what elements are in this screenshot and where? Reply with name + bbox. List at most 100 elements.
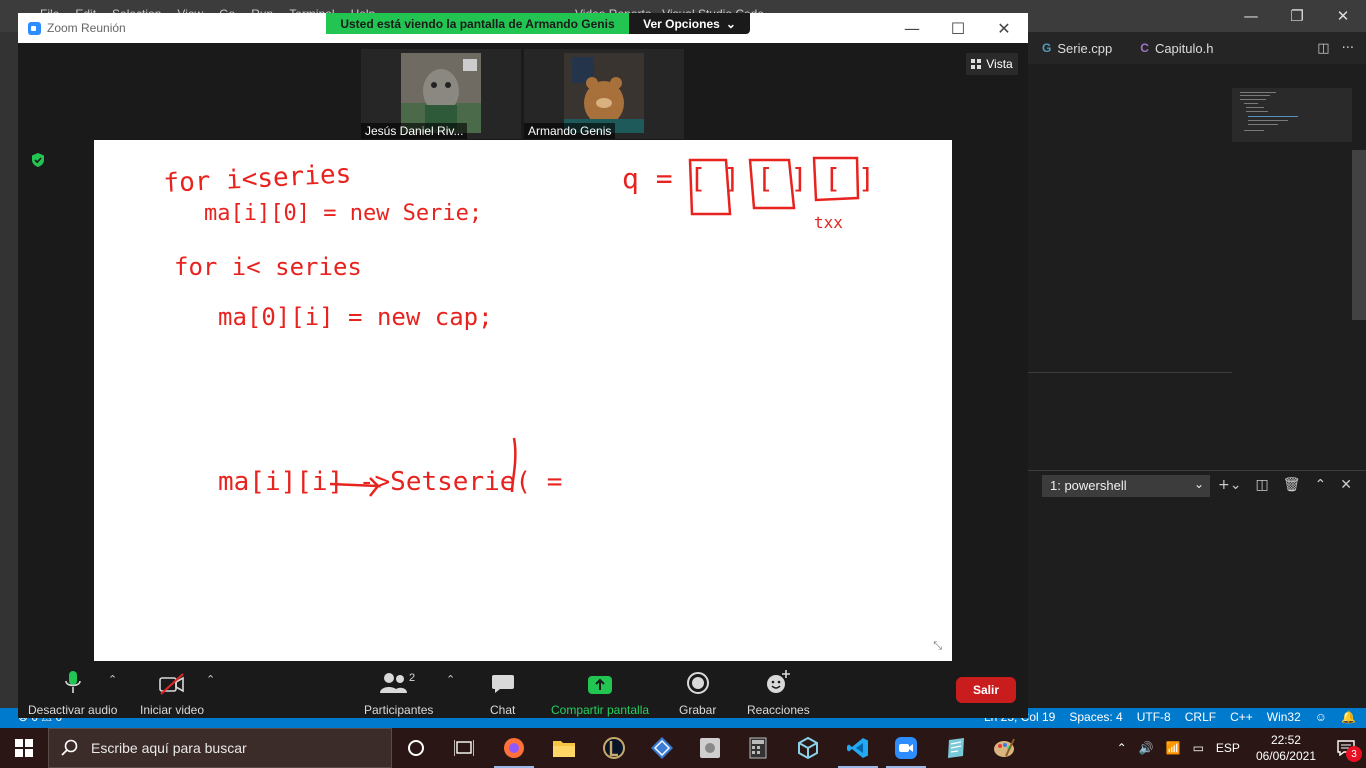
- taskbar-app-network[interactable]: [638, 728, 686, 768]
- taskbar-league-of-legends[interactable]: [590, 728, 638, 768]
- tab-serie-cpp[interactable]: G Serie.cpp: [1028, 32, 1126, 64]
- chat-label: Chat: [490, 703, 516, 717]
- participants-label: Participantes: [364, 703, 434, 717]
- taskbar-app-paint[interactable]: [980, 728, 1028, 768]
- participant-tile[interactable]: Jesús Daniel Riv...: [361, 49, 521, 139]
- tab-capitulo-h[interactable]: C Capitulo.h: [1126, 32, 1227, 64]
- task-view-icon: [454, 740, 474, 756]
- start-video-label: Iniciar video: [140, 703, 205, 717]
- volume-icon[interactable]: 🔊: [1133, 741, 1160, 755]
- calculator-app-icon: [749, 737, 767, 759]
- mute-button[interactable]: Desactivar audio: [28, 667, 117, 717]
- maximize-icon[interactable]: ☐: [938, 17, 978, 39]
- terminal-panel-header: 1: powershell ⌄ +⌄ ◫ 🗑 ⌃ ✕: [1028, 470, 1366, 500]
- shared-screen-whiteboard[interactable]: for i<series ma[i][0] = new Serie; for i…: [94, 140, 952, 663]
- editor-scrollbar[interactable]: [1352, 150, 1366, 320]
- trash-icon[interactable]: 🗑: [1283, 477, 1301, 493]
- input-language[interactable]: ESP: [1210, 741, 1246, 755]
- handwriting-line: for i<series: [163, 159, 352, 199]
- start-button[interactable]: [0, 728, 48, 768]
- battery-icon[interactable]: ▭: [1187, 741, 1210, 755]
- maximize-panel-icon[interactable]: ⌃: [1314, 477, 1326, 493]
- handwriting-line: ma[0][i] = new cap;: [218, 303, 493, 331]
- taskbar-vscode[interactable]: [834, 728, 882, 768]
- zoom-window: Zoom Reunión Usted está viendo la pantal…: [18, 13, 1028, 718]
- participant-avatar: [401, 53, 481, 133]
- show-hidden-icons-chevron-icon[interactable]: ⌃: [1111, 741, 1133, 755]
- paint-palette-icon: [994, 738, 1015, 757]
- taskbar-app-notes[interactable]: [932, 728, 980, 768]
- minimap[interactable]: [1232, 88, 1352, 142]
- share-screen-icon: [587, 667, 613, 695]
- cpp-file-icon: G: [1042, 41, 1052, 55]
- microphone-icon: [64, 667, 81, 695]
- chat-button[interactable]: Chat: [490, 667, 515, 717]
- meeting-area: Jesús Daniel Riv... Armando Genis Vista: [18, 43, 1028, 663]
- tab-label: Serie.cpp: [1057, 40, 1113, 56]
- taskbar-search-input[interactable]: Escribe aquí para buscar: [48, 728, 392, 768]
- notifications-button[interactable]: 3: [1326, 728, 1366, 768]
- encoding[interactable]: UTF-8: [1137, 710, 1171, 724]
- video-options-chevron-icon[interactable]: ⌃: [206, 673, 215, 686]
- cortana-button[interactable]: [392, 728, 440, 768]
- view-button[interactable]: Vista: [966, 53, 1018, 75]
- network-app-icon: [651, 737, 673, 759]
- minimize-icon[interactable]: —: [892, 17, 932, 39]
- restore-icon[interactable]: ❐: [1274, 0, 1320, 32]
- reactions-button[interactable]: Reacciones: [747, 667, 810, 717]
- view-options-button[interactable]: Ver Opciones ⌄: [629, 13, 750, 34]
- participant-name: Armando Genis: [524, 123, 616, 139]
- split-terminal-icon[interactable]: ◫: [1255, 477, 1268, 493]
- taskbar-firefox[interactable]: [490, 728, 538, 768]
- task-view-button[interactable]: [440, 728, 488, 768]
- reactions-icon: [765, 667, 791, 695]
- terminal-select[interactable]: 1: powershell ⌄: [1042, 475, 1210, 497]
- taskbar-file-explorer[interactable]: [540, 728, 588, 768]
- new-terminal-icon[interactable]: +⌄: [1218, 477, 1241, 493]
- zoom-icon: [895, 737, 917, 759]
- close-icon[interactable]: ✕: [984, 17, 1024, 39]
- split-editor-icon[interactable]: ◫: [1317, 41, 1329, 56]
- editor-actions: ◫ ···: [1317, 41, 1366, 56]
- close-panel-icon[interactable]: ✕: [1340, 477, 1352, 493]
- more-actions-icon[interactable]: ···: [1342, 41, 1354, 56]
- feedback-icon[interactable]: ☺: [1315, 710, 1327, 724]
- close-icon[interactable]: ✕: [1320, 0, 1366, 32]
- line-ending[interactable]: CRLF: [1185, 710, 1216, 724]
- record-button[interactable]: Grabar: [679, 667, 716, 717]
- bell-icon[interactable]: 🔔: [1341, 710, 1356, 724]
- zoom-logo-icon: [28, 22, 41, 35]
- record-icon: [686, 667, 710, 695]
- resize-handle-icon[interactable]: ⤡: [933, 639, 942, 653]
- share-screen-button[interactable]: Compartir pantalla: [551, 667, 649, 717]
- participant-name: Jesús Daniel Riv...: [361, 123, 468, 139]
- windows-taskbar: Escribe aquí para buscar ⌃ 🔊 📶 ▭ ESP 22:…: [0, 728, 1366, 768]
- taskbar-zoom[interactable]: [882, 728, 930, 768]
- start-video-button[interactable]: Iniciar video: [140, 667, 204, 717]
- clock-date: 06/06/2021: [1255, 749, 1316, 763]
- folder-icon: [553, 741, 575, 757]
- participant-tile[interactable]: Armando Genis: [524, 49, 684, 139]
- indentation[interactable]: Spaces: 4: [1069, 710, 1122, 724]
- taskbar-app-settings-tool[interactable]: [686, 728, 734, 768]
- audio-options-chevron-icon[interactable]: ⌃: [108, 673, 117, 686]
- vscode-icon: [847, 738, 868, 758]
- leave-meeting-button[interactable]: Salir: [956, 677, 1016, 703]
- security-shield-icon[interactable]: [30, 152, 46, 168]
- taskbar-app-calculator[interactable]: [734, 728, 782, 768]
- terminal-select-value: 1: powershell: [1050, 478, 1127, 493]
- header-file-icon: C: [1140, 41, 1149, 55]
- handwriting-line: txx: [814, 213, 843, 232]
- handwriting-line: q = [ ] [ ] [ ]: [622, 162, 875, 195]
- config-platform[interactable]: Win32: [1267, 710, 1301, 724]
- minimize-icon[interactable]: —: [1228, 0, 1274, 32]
- taskbar-app-unity[interactable]: [784, 728, 832, 768]
- participants-button[interactable]: 2 Participantes: [364, 667, 433, 717]
- clock[interactable]: 22:52 06/06/2021: [1246, 732, 1326, 764]
- zoom-titlebar: Zoom Reunión Usted está viendo la pantal…: [18, 13, 1028, 43]
- share-banner: Usted está viendo la pantalla de Armando…: [326, 13, 629, 34]
- wifi-icon[interactable]: 📶: [1160, 741, 1187, 755]
- language-mode[interactable]: C++: [1230, 710, 1253, 724]
- view-button-label: Vista: [986, 57, 1013, 71]
- participants-options-chevron-icon[interactable]: ⌃: [446, 673, 455, 686]
